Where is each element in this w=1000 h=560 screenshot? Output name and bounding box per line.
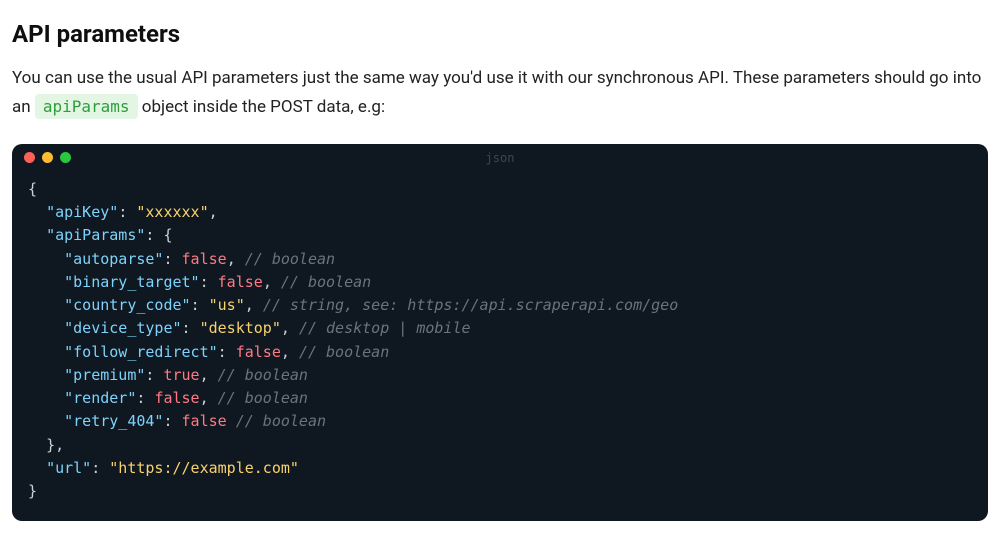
val-retry-404: false [182,412,227,430]
comment-render: // boolean [218,389,308,407]
window-traffic-lights [24,152,71,163]
key-retry-404: "retry_404" [64,412,163,430]
code-language-label: json [486,151,515,165]
code-block: json { "apiKey": "xxxxxx", "apiParams": … [12,144,988,522]
maximize-icon [60,152,71,163]
section-heading: API parameters [12,20,988,48]
brace-open: { [28,180,37,198]
code-block-header: json [12,144,988,172]
val-apikey: "xxxxxx" [136,203,208,221]
key-render: "render" [64,389,136,407]
comment-country-code: // string, see: https://api.scraperapi.c… [263,296,678,314]
key-autoparse: "autoparse" [64,250,163,268]
intro-paragraph: You can use the usual API parameters jus… [12,64,988,122]
val-premium: true [163,366,199,384]
key-premium: "premium" [64,366,145,384]
apiparams-brace-open: { [163,226,172,244]
val-url: "https://example.com" [109,459,299,477]
minimize-icon [42,152,53,163]
comment-follow-redirect: // boolean [299,343,389,361]
comment-retry-404: // boolean [236,412,326,430]
intro-text-after: object inside the POST data, e.g: [142,97,385,117]
inline-code-apiparams: apiParams [35,94,138,119]
apiparams-brace-close: }, [46,436,64,454]
key-binary-target: "binary_target" [64,273,199,291]
key-follow-redirect: "follow_redirect" [64,343,218,361]
key-apiparams: "apiParams" [46,226,145,244]
key-device-type: "device_type" [64,319,181,337]
key-apikey: "apiKey" [46,203,118,221]
val-follow-redirect: false [236,343,281,361]
val-render: false [154,389,199,407]
close-icon [24,152,35,163]
code-content[interactable]: { "apiKey": "xxxxxx", "apiParams": { "au… [12,172,988,522]
comment-autoparse: // boolean [245,250,335,268]
val-country-code: "us" [209,296,245,314]
val-binary-target: false [218,273,263,291]
comment-premium: // boolean [218,366,308,384]
comment-binary-target: // boolean [281,273,371,291]
brace-close: } [28,482,37,500]
key-country-code: "country_code" [64,296,190,314]
comment-device-type: // desktop | mobile [299,319,471,337]
val-device-type: "desktop" [200,319,281,337]
val-autoparse: false [182,250,227,268]
key-url: "url" [46,459,91,477]
